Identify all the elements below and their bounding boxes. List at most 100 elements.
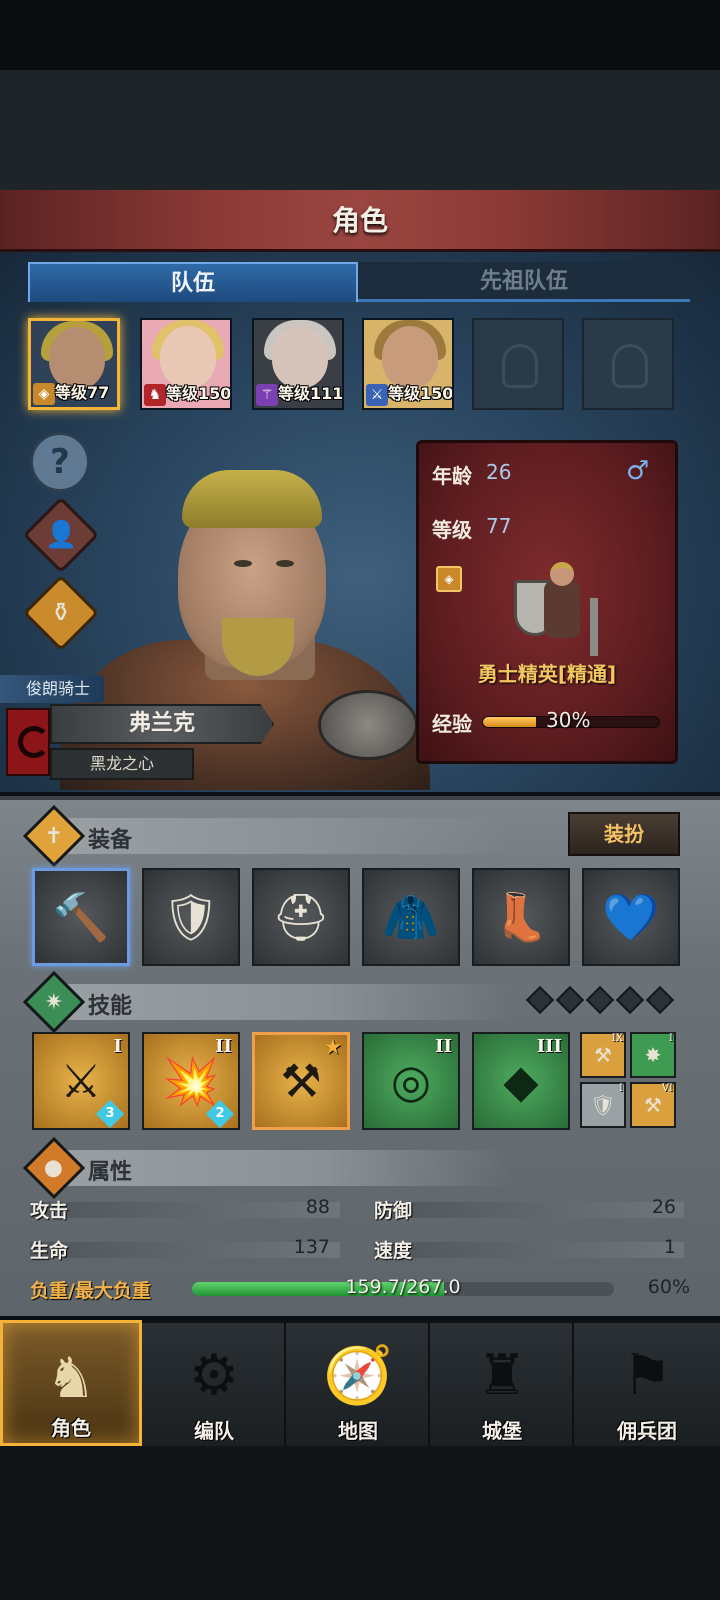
empty-helmet-icon (502, 344, 538, 388)
class-rank-label: 勇士精英[精通] (477, 662, 617, 686)
load-value: 159.7/267.0 (345, 1276, 461, 1298)
team-portrait-4[interactable]: ⚔ 等级150 (362, 318, 454, 410)
defense-value: 26 (651, 1196, 676, 1218)
banner-icon: ⚑ (621, 1343, 673, 1408)
skill-rank: II (215, 1036, 232, 1057)
attributes-title: 属性 (88, 1160, 133, 1185)
skill-rank: I (113, 1036, 122, 1057)
speed-value: 1 (663, 1236, 676, 1258)
team-portrait-1[interactable]: ◈ 等级77 (28, 318, 120, 410)
level-value: 77 (486, 514, 512, 538)
nav-mercenary[interactable]: ⚑ 佣兵团 (576, 1320, 718, 1446)
question-icon: ? (50, 442, 70, 482)
team-portrait-2[interactable]: ♞ 等级150 (140, 318, 232, 410)
portrait-level: 等级77 (55, 383, 110, 402)
hp-label: 生命 (30, 1240, 69, 1262)
shield-icon[interactable]: 🛡 (142, 868, 240, 966)
hero-hair (182, 470, 322, 528)
amulet-icon[interactable]: 💙 (582, 868, 680, 966)
skill-level-badge: 2 (205, 1099, 235, 1129)
team-portrait-empty-1[interactable] (472, 318, 564, 410)
portrait-level: 等级150 (166, 384, 232, 403)
skill-rank: II (435, 1036, 452, 1057)
speed-label: 速度 (374, 1240, 413, 1262)
faction-banner-icon (6, 708, 50, 776)
hammer-icon[interactable]: 🔨 (32, 868, 130, 966)
tab-team[interactable]: 队伍 (28, 262, 358, 302)
castle-icon: ♜ (476, 1343, 528, 1408)
mini-skill-1-icon[interactable]: ⚒ IX (580, 1032, 626, 1078)
compass-icon: 🧭 (323, 1343, 393, 1408)
bottom-band (0, 1446, 720, 1600)
smash-skill-icon[interactable]: 💥 II 2 (142, 1032, 240, 1130)
team-portrait-empty-2[interactable] (582, 318, 674, 410)
attack-label: 攻击 (30, 1200, 69, 1222)
exp-label: 经验 (432, 712, 472, 736)
hero-subtitle: 黑龙之心 (50, 748, 194, 780)
hero-pauldron (318, 690, 418, 760)
hero-eye-left (234, 560, 252, 567)
page-title: 角色 (331, 204, 388, 237)
portrait-face (382, 326, 438, 388)
knight-icon: ♞ (45, 1346, 97, 1411)
load-label: 负重/最大负重 (30, 1280, 151, 1302)
shield-rank-icon: ◈ (33, 383, 55, 405)
figure-hammer (590, 598, 598, 656)
nav-label: 城堡 (482, 1419, 522, 1443)
team-portrait-3[interactable]: ⚚ 等级111 (252, 318, 344, 410)
attack-value: 88 (305, 1196, 330, 1218)
crystal-skill-icon[interactable]: ◆ III (472, 1032, 570, 1130)
mini-skill-4-icon[interactable]: ⚒ VI (630, 1082, 676, 1128)
rank-badge-icon[interactable]: ◈ (436, 566, 462, 592)
age-label: 年龄 (432, 464, 472, 488)
hero-name[interactable]: 弗兰克 (50, 704, 274, 744)
exp-percent: 30% (546, 708, 591, 732)
mini-skill-2-icon[interactable]: ✸ I (630, 1032, 676, 1078)
figure-body (544, 580, 580, 638)
sword-icon: ⚔ (366, 384, 388, 406)
empty-helmet-icon (612, 344, 648, 388)
skill-rank: III (536, 1036, 562, 1057)
nav-formation[interactable]: ⚙ 编队 (144, 1320, 286, 1446)
nav-label: 佣兵团 (617, 1419, 677, 1443)
nav-map[interactable]: 🧭 地图 (288, 1320, 430, 1446)
skill-star: ★ (324, 1037, 341, 1058)
level-label: 等级 (432, 518, 472, 542)
outfit-button[interactable]: 装扮 (568, 812, 680, 856)
equipment-title: 装备 (88, 828, 133, 853)
staff-icon: ⚚ (256, 384, 278, 406)
tab-ancestor-team[interactable]: 先祖队伍 (358, 262, 690, 302)
skill-level-badge: 3 (95, 1099, 125, 1129)
nav-castle[interactable]: ♜ 城堡 (432, 1320, 574, 1446)
hp-value: 137 (293, 1236, 330, 1258)
age-value: 26 (486, 460, 512, 484)
male-gender-icon: ♂ (626, 456, 650, 486)
boots-icon[interactable]: 👢 (472, 868, 570, 966)
nav-label: 编队 (194, 1419, 234, 1443)
exp-bar-fill (483, 717, 536, 727)
portrait-level: 等级111 (278, 384, 344, 403)
top-band (0, 0, 720, 190)
title-bar: 角色 (0, 190, 720, 252)
figure-head (550, 562, 574, 586)
portrait-face (272, 326, 328, 388)
shield-bash-skill-icon[interactable]: ⚒ ★ (252, 1032, 350, 1130)
skills-title: 技能 (88, 994, 133, 1019)
defense-label: 防御 (374, 1200, 413, 1222)
beast-icon: ♞ (144, 384, 166, 406)
portrait-level: 等级150 (388, 384, 454, 403)
shield-strike-skill-icon[interactable]: ⚔ I 3 (32, 1032, 130, 1130)
nav-character[interactable]: ♞ 角色 (0, 1320, 142, 1446)
load-percent: 60% (647, 1276, 690, 1298)
hero-class-tag: 俊朗骑士 (0, 675, 105, 703)
armor-icon[interactable]: 🧥 (362, 868, 460, 966)
target-skill-icon[interactable]: ◎ II (362, 1032, 460, 1130)
help-button[interactable]: ? (30, 432, 90, 492)
hero-eye-right (276, 560, 294, 567)
nav-label: 地图 (338, 1419, 378, 1443)
helmet-icon[interactable]: ⛑ (252, 868, 350, 966)
nav-label: 角色 (51, 1416, 91, 1440)
formation-icon: ⚙ (188, 1343, 240, 1408)
portrait-face (160, 326, 216, 388)
mini-skill-3-icon[interactable]: 🛡 I (580, 1082, 626, 1128)
